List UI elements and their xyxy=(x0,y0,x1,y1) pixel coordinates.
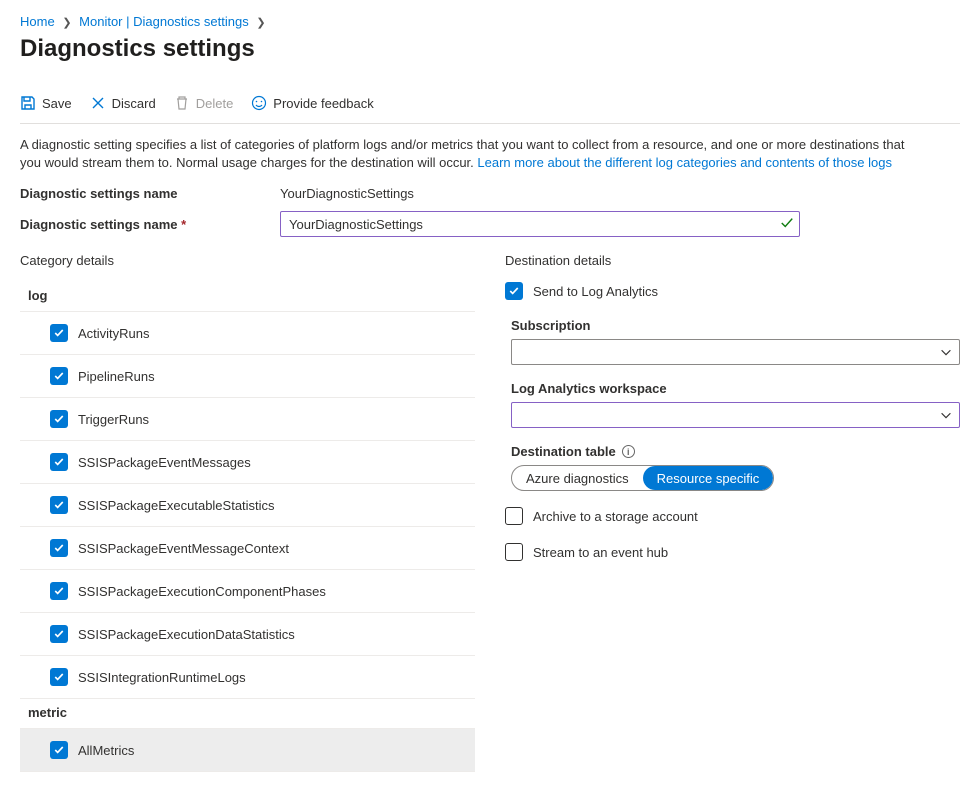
log-row: SSISPackageEventMessages xyxy=(20,441,475,484)
name-input-row: Diagnostic settings name * xyxy=(20,211,960,237)
name-input-label-text: Diagnostic settings name xyxy=(20,217,177,232)
pill-azure-diagnostics[interactable]: Azure diagnostics xyxy=(512,466,643,490)
description-text: A diagnostic setting specifies a list of… xyxy=(20,136,920,172)
log-header: log xyxy=(20,282,475,312)
log-label: ActivityRuns xyxy=(78,326,150,341)
log-label: TriggerRuns xyxy=(78,412,149,427)
breadcrumb-home[interactable]: Home xyxy=(20,14,55,29)
name-display-label: Diagnostic settings name xyxy=(20,186,280,201)
toolbar: Save Discard Delete Provide feedback xyxy=(20,89,960,124)
log-checkbox[interactable] xyxy=(50,410,68,428)
workspace-label: Log Analytics workspace xyxy=(511,381,960,396)
destination-header: Destination details xyxy=(505,253,960,268)
log-row: TriggerRuns xyxy=(20,398,475,441)
destination-details: Destination details Send to Log Analytic… xyxy=(505,253,960,772)
destination-table-text: Destination table xyxy=(511,444,616,459)
subscription-label: Subscription xyxy=(511,318,960,333)
name-display-row: Diagnostic settings name YourDiagnosticS… xyxy=(20,186,960,201)
discard-label: Discard xyxy=(112,96,156,111)
log-label: PipelineRuns xyxy=(78,369,155,384)
metric-checkbox[interactable] xyxy=(50,741,68,759)
name-input[interactable] xyxy=(280,211,800,237)
log-row: SSISIntegrationRuntimeLogs xyxy=(20,656,475,699)
log-checkbox[interactable] xyxy=(50,496,68,514)
learn-more-link[interactable]: Learn more about the different log categ… xyxy=(477,155,892,170)
save-icon xyxy=(20,95,36,111)
log-label: SSISPackageExecutableStatistics xyxy=(78,498,275,513)
log-checkbox[interactable] xyxy=(50,367,68,385)
feedback-button[interactable]: Provide feedback xyxy=(251,95,373,111)
chevron-right-icon: ❯ xyxy=(252,17,269,29)
log-label: SSISIntegrationRuntimeLogs xyxy=(78,670,246,685)
log-row: PipelineRuns xyxy=(20,355,475,398)
smile-icon xyxy=(251,95,267,111)
stream-row: Stream to an event hub xyxy=(505,543,960,561)
save-button[interactable]: Save xyxy=(20,95,72,111)
category-header: Category details xyxy=(20,253,475,268)
log-row: SSISPackageExecutionComponentPhases xyxy=(20,570,475,613)
required-asterisk: * xyxy=(181,217,186,232)
stream-label: Stream to an event hub xyxy=(533,545,668,560)
info-icon[interactable]: i xyxy=(622,445,635,458)
metric-header: metric xyxy=(20,699,475,729)
log-label: SSISPackageEventMessageContext xyxy=(78,541,289,556)
log-checkbox[interactable] xyxy=(50,539,68,557)
log-label: SSISPackageExecutionDataStatistics xyxy=(78,627,295,642)
log-label: SSISPackageEventMessages xyxy=(78,455,251,470)
metric-row: AllMetrics xyxy=(20,729,475,772)
chevron-down-icon xyxy=(939,345,953,362)
delete-label: Delete xyxy=(196,96,234,111)
subscription-select[interactable] xyxy=(511,339,960,365)
log-checkbox[interactable] xyxy=(50,668,68,686)
delete-button: Delete xyxy=(174,95,234,111)
log-row: SSISPackageEventMessageContext xyxy=(20,527,475,570)
archive-label: Archive to a storage account xyxy=(533,509,698,524)
log-row: SSISPackageExecutionDataStatistics xyxy=(20,613,475,656)
name-input-label: Diagnostic settings name * xyxy=(20,217,280,232)
destination-table-label: Destination table i xyxy=(511,444,960,459)
feedback-label: Provide feedback xyxy=(273,96,373,111)
trash-icon xyxy=(174,95,190,111)
name-display-value: YourDiagnosticSettings xyxy=(280,186,414,201)
metric-label: AllMetrics xyxy=(78,743,134,758)
pill-resource-specific[interactable]: Resource specific xyxy=(643,466,774,490)
archive-checkbox[interactable] xyxy=(505,507,523,525)
log-checkbox[interactable] xyxy=(50,324,68,342)
workspace-select[interactable] xyxy=(511,402,960,428)
checkmark-icon xyxy=(780,216,794,233)
close-icon xyxy=(90,95,106,111)
category-details: Category details log ActivityRuns Pipelin… xyxy=(20,253,475,772)
send-log-analytics-row: Send to Log Analytics xyxy=(505,282,960,300)
destination-table-toggle: Azure diagnostics Resource specific xyxy=(511,465,774,491)
chevron-right-icon: ❯ xyxy=(58,17,75,29)
stream-checkbox[interactable] xyxy=(505,543,523,561)
archive-row: Archive to a storage account xyxy=(505,507,960,525)
log-checkbox[interactable] xyxy=(50,625,68,643)
log-checkbox[interactable] xyxy=(50,453,68,471)
log-label: SSISPackageExecutionComponentPhases xyxy=(78,584,326,599)
send-log-analytics-checkbox[interactable] xyxy=(505,282,523,300)
discard-button[interactable]: Discard xyxy=(90,95,156,111)
send-log-analytics-label: Send to Log Analytics xyxy=(533,284,658,299)
page-title: Diagnostics settings xyxy=(20,35,960,63)
breadcrumb: Home ❯ Monitor | Diagnostics settings ❯ xyxy=(20,14,960,29)
log-row: ActivityRuns xyxy=(20,312,475,355)
chevron-down-icon xyxy=(939,408,953,425)
save-label: Save xyxy=(42,96,72,111)
log-checkbox[interactable] xyxy=(50,582,68,600)
breadcrumb-monitor[interactable]: Monitor | Diagnostics settings xyxy=(79,14,249,29)
log-row: SSISPackageExecutableStatistics xyxy=(20,484,475,527)
